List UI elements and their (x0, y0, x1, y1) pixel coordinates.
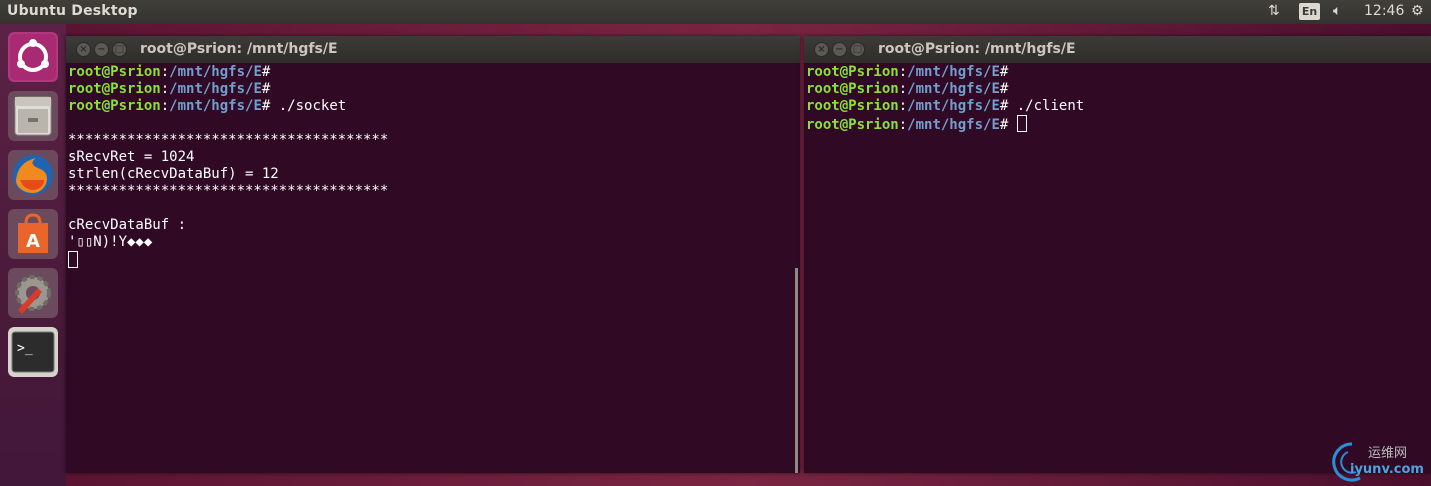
system-settings-icon[interactable] (8, 268, 58, 318)
prompt-user: root@Psrion (68, 98, 161, 114)
command-text (1008, 117, 1016, 133)
prompt-path: /mnt/hgfs/E (169, 98, 262, 114)
terminal-line: root@Psrion:/mnt/hgfs/E# (806, 115, 1084, 133)
text-cursor (1016, 115, 1027, 132)
prompt-sep: : (160, 98, 170, 114)
prompt-end: # (999, 81, 1009, 97)
ubuntu-dash-icon[interactable] (8, 32, 58, 82)
command-text: ./socket (270, 98, 347, 114)
titlebar[interactable]: × − □ root@Psrion: /mnt/hgfs/E (804, 36, 1431, 63)
launcher: A >_ (0, 24, 67, 486)
prompt-path: /mnt/hgfs/E (169, 64, 262, 80)
terminal-output[interactable]: root@Psrion:/mnt/hgfs/E# root@Psrion:/mnt… (68, 64, 388, 268)
text-cursor (68, 251, 78, 268)
firefox-icon[interactable] (8, 150, 58, 200)
prompt-end: # (261, 64, 271, 80)
window-title: root@Psrion: /mnt/hgfs/E (878, 41, 1076, 57)
watermark-en: iyunv.com (1350, 462, 1424, 477)
terminal-icon[interactable]: >_ (8, 327, 58, 377)
watermark-cn: 运维网 (1368, 446, 1408, 461)
network-arrows-icon[interactable]: ⇅ (1268, 3, 1280, 19)
terminal-line: root@Psrion:/mnt/hgfs/E# (806, 81, 1084, 98)
prompt-sep: : (898, 98, 908, 114)
prompt-user: root@Psrion (68, 81, 161, 97)
prompt-user: root@Psrion (806, 81, 899, 97)
files-icon[interactable] (8, 91, 58, 141)
terminal-line: ************************************** (68, 132, 388, 149)
terminal-line: root@Psrion:/mnt/hgfs/E# (806, 64, 1084, 81)
volume-icon[interactable]: 🔈︎ (1333, 3, 1341, 19)
maximize-icon[interactable]: □ (850, 42, 865, 57)
command-text: ./client (1008, 98, 1085, 114)
prompt-sep: : (898, 64, 908, 80)
prompt-end: # (999, 64, 1009, 80)
close-icon[interactable]: × (76, 42, 91, 57)
terminal-line: sRecvRet = 1024 (68, 149, 388, 166)
keyboard-layout-indicator[interactable]: En (1299, 3, 1320, 20)
terminal-line: cRecvDataBuf : (68, 217, 388, 234)
svg-text:A: A (26, 231, 40, 252)
prompt-path: /mnt/hgfs/E (907, 64, 1000, 80)
prompt-end: # (261, 81, 271, 97)
titlebar[interactable]: × − □ root@Psrion: /mnt/hgfs/E (66, 36, 800, 63)
prompt-user: root@Psrion (806, 64, 899, 80)
prompt-path: /mnt/hgfs/E (907, 117, 1000, 133)
terminal-line (68, 251, 388, 268)
terminal-line: ************************************** (68, 183, 388, 200)
output-text: ************************************** (68, 132, 389, 148)
terminal-window-right[interactable]: × − □ root@Psrion: /mnt/hgfs/E root@Psri… (804, 36, 1431, 473)
terminal-line: root@Psrion:/mnt/hgfs/E# ./socket (68, 98, 388, 115)
clock[interactable]: 12:46 (1364, 3, 1404, 19)
scrollbar[interactable] (795, 268, 798, 473)
terminal-line: root@Psrion:/mnt/hgfs/E# (68, 64, 388, 81)
prompt-user: root@Psrion (68, 64, 161, 80)
software-center-icon[interactable]: A (8, 209, 58, 259)
window-title: Ubuntu Desktop (7, 3, 138, 19)
prompt-sep: : (898, 81, 908, 97)
prompt-sep: : (898, 117, 908, 133)
svg-text:>_: >_ (17, 341, 33, 356)
terminal-line: '▯▯N)!Y◆◆◆ (68, 234, 388, 251)
close-icon[interactable]: × (814, 42, 829, 57)
prompt-user: root@Psrion (806, 98, 899, 114)
output-text: strlen(cRecvDataBuf) = 12 (68, 166, 279, 182)
terminal-line: root@Psrion:/mnt/hgfs/E# ./client (806, 98, 1084, 115)
output-text: cRecvDataBuf : (68, 217, 187, 233)
maximize-icon[interactable]: □ (112, 42, 127, 57)
output-text: '▯▯N)!Y◆◆◆ (68, 234, 153, 250)
window-title: root@Psrion: /mnt/hgfs/E (140, 41, 338, 57)
prompt-sep: : (160, 81, 170, 97)
output-text: ************************************** (68, 183, 389, 199)
terminal-window-left[interactable]: × − □ root@Psrion: /mnt/hgfs/E root@Psri… (66, 36, 800, 473)
output-text: sRecvRet = 1024 (68, 149, 195, 165)
prompt-path: /mnt/hgfs/E (169, 81, 262, 97)
top-panel: Ubuntu Desktop ⇅ En 🔈︎ 12:46 ⚙ (0, 0, 1431, 24)
prompt-sep: : (160, 64, 170, 80)
minimize-icon[interactable]: − (832, 42, 847, 57)
watermark-logo: 运维网 iyunv.com (1330, 440, 1430, 484)
terminal-output[interactable]: root@Psrion:/mnt/hgfs/E# root@Psrion:/mnt… (806, 64, 1084, 133)
gear-icon[interactable]: ⚙ (1411, 3, 1424, 19)
minimize-icon[interactable]: − (94, 42, 109, 57)
prompt-user: root@Psrion (806, 117, 899, 133)
terminal-line: strlen(cRecvDataBuf) = 12 (68, 166, 388, 183)
prompt-path: /mnt/hgfs/E (907, 98, 1000, 114)
prompt-path: /mnt/hgfs/E (907, 81, 1000, 97)
terminal-line: root@Psrion:/mnt/hgfs/E# (68, 81, 388, 98)
